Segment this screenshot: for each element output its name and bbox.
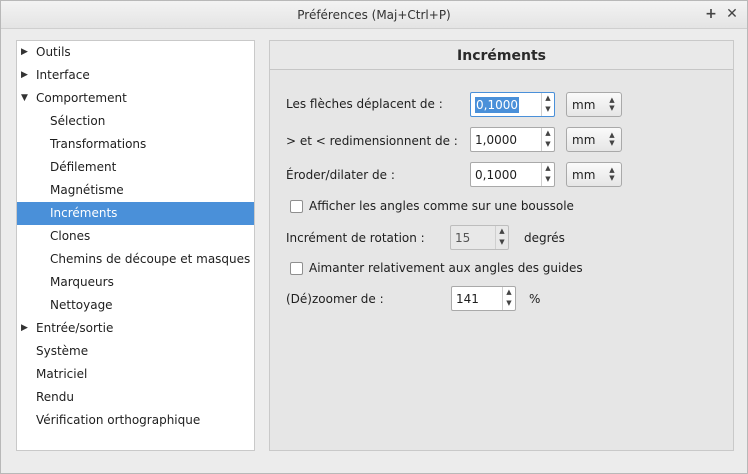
zoom-spinbox[interactable]: 141 ▲ ▼: [451, 286, 516, 311]
spin-down-icon[interactable]: ▼: [542, 139, 554, 150]
tree-item-increments[interactable]: Incréments: [17, 202, 254, 225]
spin-arrows: ▲ ▼: [541, 128, 554, 151]
resize-unit-select[interactable]: mm ▲ ▼: [566, 127, 622, 152]
tree-item-label: Interface: [36, 68, 90, 82]
rotation-unit: degrés: [524, 231, 565, 245]
zoom-label: (Dé)zoomer de :: [286, 292, 384, 306]
spin-arrows: ▲ ▼: [541, 93, 554, 116]
zoom-value[interactable]: 141: [456, 292, 479, 306]
combo-down-icon: ▼: [609, 174, 615, 182]
combo-up-icon: ▲: [609, 166, 615, 174]
spin-down-icon[interactable]: ▼: [503, 298, 515, 309]
tree-item-clones[interactable]: Clones: [17, 225, 254, 248]
rotation-label: Incrément de rotation :: [286, 231, 425, 245]
expand-arrow-icon[interactable]: ▶: [21, 64, 31, 87]
tree-item-label: Transformations: [50, 137, 147, 151]
resize-label: > et < redimensionnent de :: [286, 134, 458, 148]
arrow-keys-unit-select[interactable]: mm ▲ ▼: [566, 92, 622, 117]
erode-label: Éroder/dilater de :: [286, 168, 395, 182]
tree-item-rendu[interactable]: Rendu: [17, 386, 254, 409]
tree-item-label: Incréments: [50, 206, 118, 220]
spin-up-icon[interactable]: ▲: [503, 287, 515, 298]
compass-angles-label[interactable]: Afficher les angles comme sur une bousso…: [309, 199, 574, 213]
unit-value: mm: [572, 98, 596, 112]
collapse-arrow-icon[interactable]: ▼: [21, 87, 31, 110]
tree-item-label: Outils: [36, 45, 71, 59]
tree-item-label: Marqueurs: [50, 275, 114, 289]
combo-up-icon: ▲: [609, 96, 615, 104]
preferences-tree: ▶ Outils ▶ Interface ▼ Comportement Séle…: [16, 40, 255, 451]
tree-item-verification[interactable]: Vérification orthographique: [17, 409, 254, 432]
tree-item-systeme[interactable]: Système: [17, 340, 254, 363]
arrow-keys-label: Les flèches déplacent de :: [286, 97, 443, 111]
guides-angles-checkbox[interactable]: [290, 262, 303, 275]
close-icon[interactable]: ✕: [723, 5, 741, 23]
erode-value[interactable]: 0,1000: [475, 168, 517, 182]
spin-down-icon[interactable]: ▼: [496, 237, 508, 248]
erode-spinbox[interactable]: 0,1000 ▲ ▼: [470, 162, 555, 187]
combo-down-icon: ▼: [609, 139, 615, 147]
tree-item-label: Clones: [50, 229, 91, 243]
combo-arrows: ▲ ▼: [606, 128, 618, 151]
tree-item-label: Rendu: [36, 390, 75, 404]
panel-title: Incréments: [457, 48, 546, 64]
spin-arrows: ▲ ▼: [495, 226, 508, 249]
tree-item-label: Magnétisme: [50, 183, 124, 197]
tree-item-label: Entrée/sortie: [36, 321, 114, 335]
rotation-value[interactable]: 15: [455, 231, 470, 245]
resize-spinbox[interactable]: 1,0000 ▲ ▼: [470, 127, 555, 152]
tree-item-entree-sortie[interactable]: ▶ Entrée/sortie: [17, 317, 254, 340]
tree-item-outils[interactable]: ▶ Outils: [17, 41, 254, 64]
spin-up-icon[interactable]: ▲: [542, 163, 554, 174]
increments-panel: Incréments Les flèches déplacent de : 0,…: [269, 40, 734, 451]
tree-item-selection[interactable]: Sélection: [17, 110, 254, 133]
panel-header: Incréments: [270, 41, 733, 70]
spin-arrows: ▲ ▼: [502, 287, 515, 310]
tree-item-label: Défilement: [50, 160, 117, 174]
preferences-window: Préférences (Maj+Ctrl+P) + ✕ ▶ Outils ▶ …: [0, 0, 748, 474]
tree-item-comportement[interactable]: ▼ Comportement: [17, 87, 254, 110]
resize-value[interactable]: 1,0000: [475, 133, 517, 147]
spin-down-icon[interactable]: ▼: [542, 174, 554, 185]
combo-down-icon: ▼: [609, 104, 615, 112]
combo-arrows: ▲ ▼: [606, 163, 618, 186]
tree-item-interface[interactable]: ▶ Interface: [17, 64, 254, 87]
spin-arrows: ▲ ▼: [541, 163, 554, 186]
tree-item-magnetisme[interactable]: Magnétisme: [17, 179, 254, 202]
guides-angles-label[interactable]: Aimanter relativement aux angles des gui…: [309, 261, 583, 275]
tree-item-label: Sélection: [50, 114, 106, 128]
tree-item-chemins-decoupe[interactable]: Chemins de découpe et masques: [17, 248, 254, 271]
tree-item-label: Vérification orthographique: [36, 413, 201, 427]
arrow-keys-spinbox[interactable]: 0,1000 ▲ ▼: [470, 92, 555, 117]
unit-value: mm: [572, 168, 596, 182]
window-title: Préférences (Maj+Ctrl+P): [297, 8, 451, 22]
arrow-keys-value[interactable]: 0,1000: [475, 97, 519, 113]
tree-item-nettoyage[interactable]: Nettoyage: [17, 294, 254, 317]
tree-item-label: Système: [36, 344, 89, 358]
spin-down-icon[interactable]: ▼: [542, 104, 554, 115]
tree-item-label: Matriciel: [36, 367, 88, 381]
rotation-spinbox[interactable]: 15 ▲ ▼: [450, 225, 509, 250]
tree-item-label: Nettoyage: [50, 298, 113, 312]
pin-icon[interactable]: +: [702, 5, 720, 23]
tree-item-label: Chemins de découpe et masques: [50, 252, 251, 266]
tree-item-transformations[interactable]: Transformations: [17, 133, 254, 156]
erode-unit-select[interactable]: mm ▲ ▼: [566, 162, 622, 187]
spin-up-icon[interactable]: ▲: [496, 226, 508, 237]
title-bar: Préférences (Maj+Ctrl+P) + ✕: [1, 1, 747, 29]
spin-up-icon[interactable]: ▲: [542, 128, 554, 139]
combo-arrows: ▲ ▼: [606, 93, 618, 116]
tree-item-label: Comportement: [36, 91, 127, 105]
compass-angles-checkbox[interactable]: [290, 200, 303, 213]
spin-up-icon[interactable]: ▲: [542, 93, 554, 104]
tree-item-marqueurs[interactable]: Marqueurs: [17, 271, 254, 294]
expand-arrow-icon[interactable]: ▶: [21, 41, 31, 64]
zoom-unit: %: [529, 292, 541, 306]
expand-arrow-icon[interactable]: ▶: [21, 317, 31, 340]
combo-up-icon: ▲: [609, 131, 615, 139]
unit-value: mm: [572, 133, 596, 147]
tree-item-matriciel[interactable]: Matriciel: [17, 363, 254, 386]
tree-item-defilement[interactable]: Défilement: [17, 156, 254, 179]
